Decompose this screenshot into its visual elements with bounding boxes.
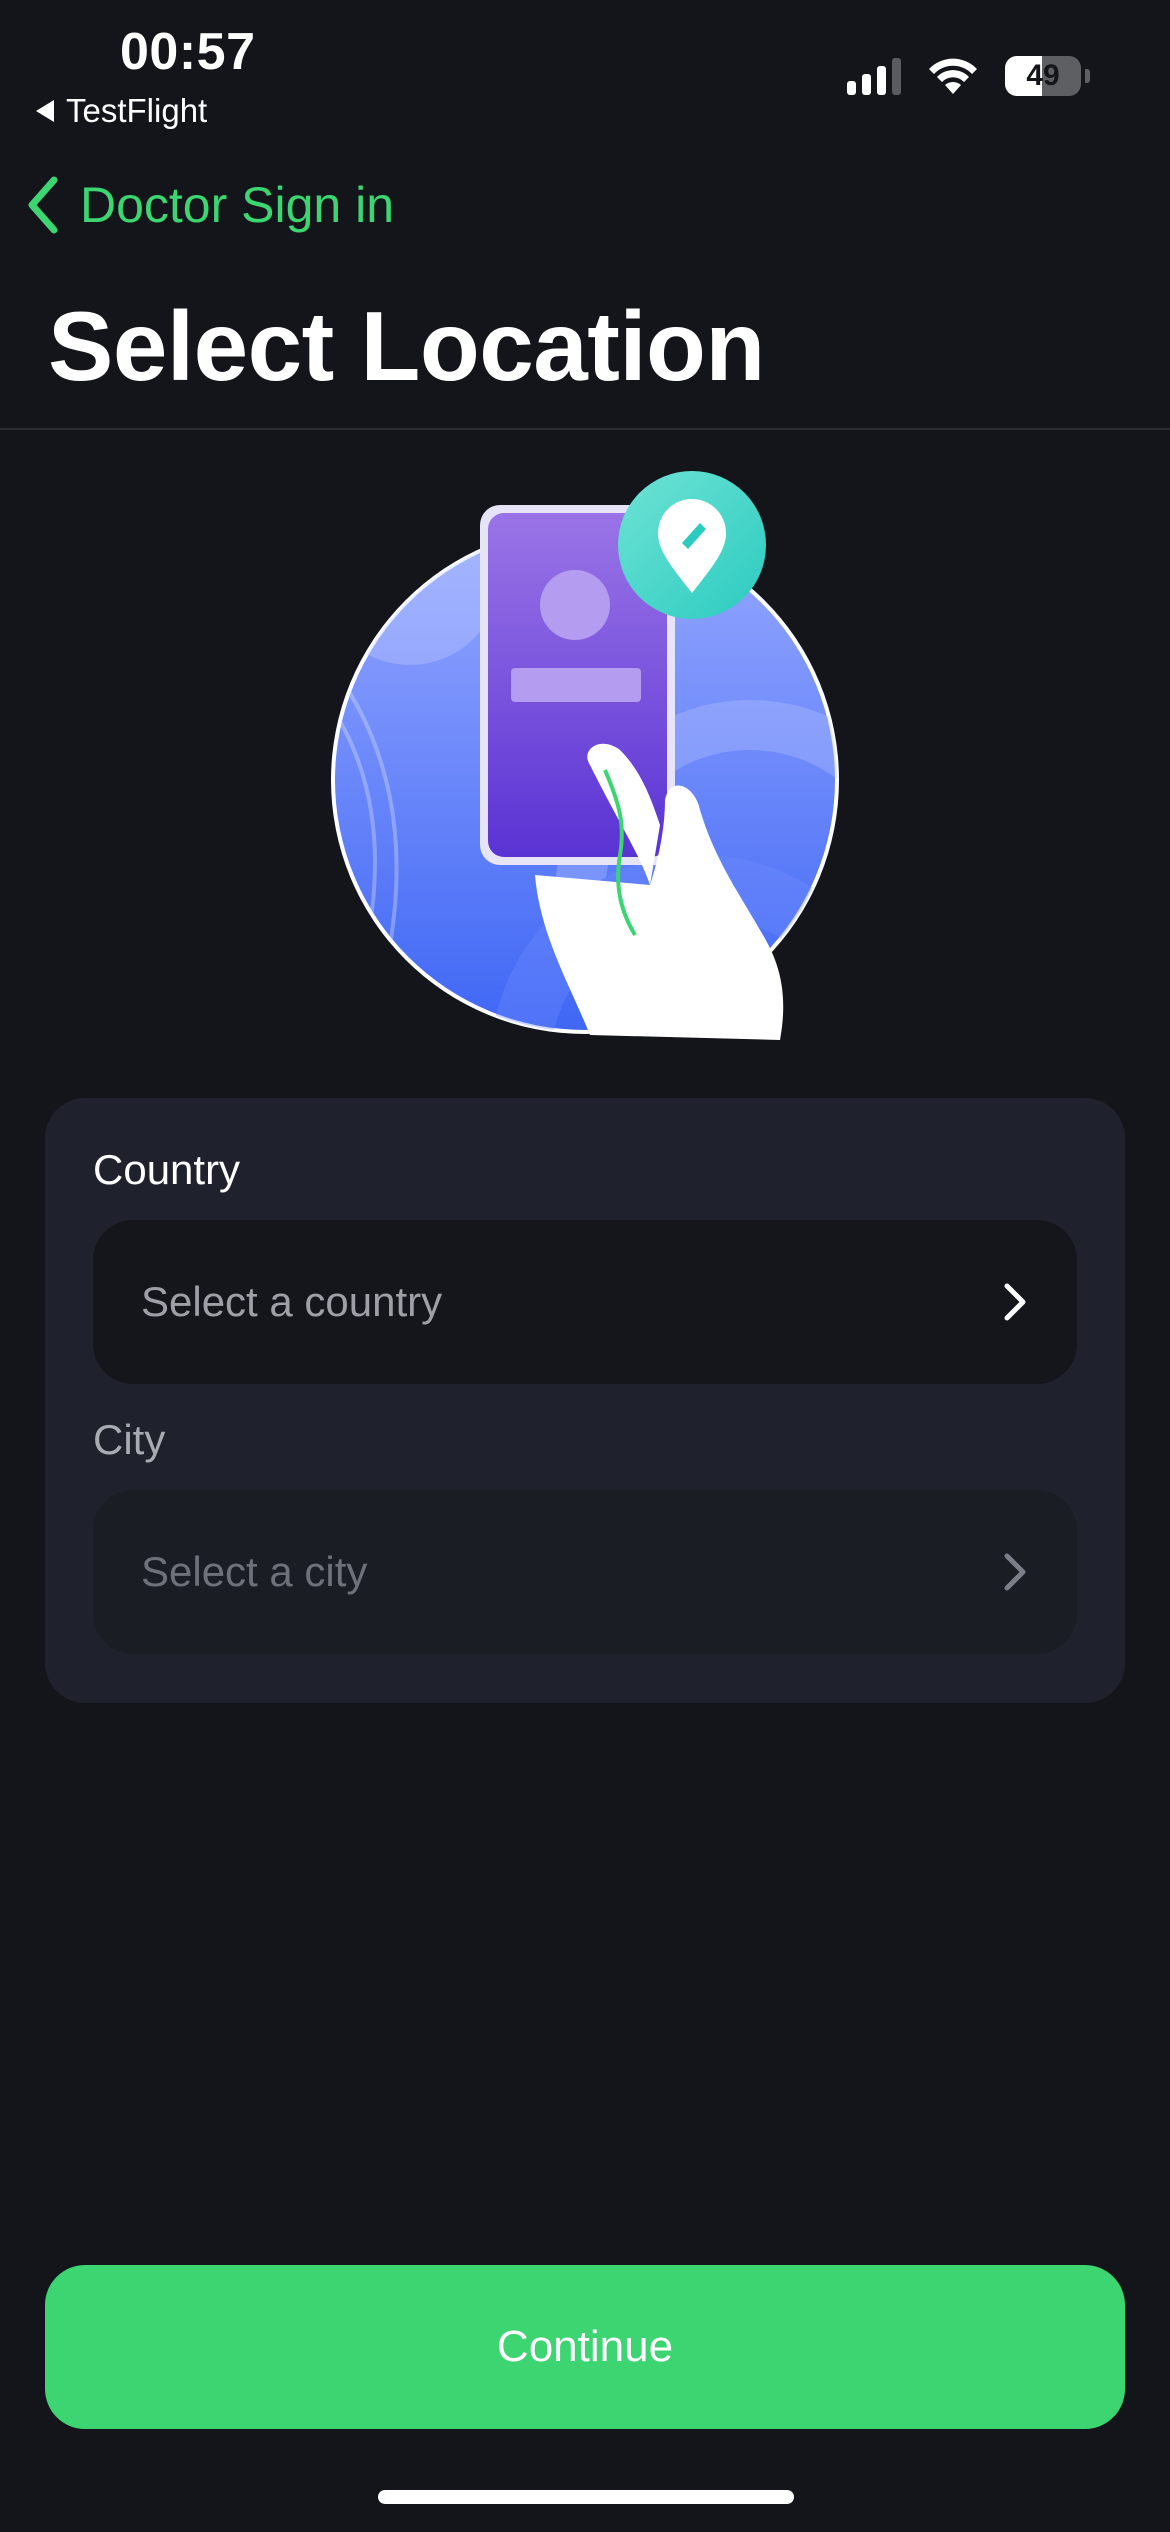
city-select-placeholder: Select a city — [141, 1548, 368, 1595]
location-form-card: Country Select a country City Select a c… — [45, 1098, 1125, 1703]
chevron-right-icon — [1004, 1553, 1026, 1591]
wifi-icon — [929, 58, 977, 94]
header-divider — [0, 428, 1170, 430]
status-back-to-app[interactable]: TestFlight — [36, 92, 207, 130]
status-icons: 49 — [847, 56, 1090, 96]
chevron-left-icon — [28, 176, 58, 234]
country-label: Country — [93, 1146, 241, 1193]
location-pin-icon — [618, 471, 766, 619]
battery-level: 49 — [1026, 59, 1060, 92]
country-select[interactable]: Select a country — [93, 1220, 1077, 1384]
page-title: Select Location — [48, 291, 765, 401]
status-back-app-label: TestFlight — [66, 92, 208, 129]
cellular-signal-icon — [847, 57, 901, 95]
back-button-label: Doctor Sign in — [80, 177, 395, 233]
back-triangle-icon — [36, 100, 54, 122]
city-label: City — [93, 1416, 166, 1463]
continue-button[interactable]: Continue — [45, 2265, 1125, 2429]
chevron-right-icon — [1004, 1283, 1026, 1321]
location-illustration — [331, 471, 839, 1040]
back-button[interactable]: Doctor Sign in — [26, 176, 394, 234]
battery-icon: 49 — [1005, 56, 1081, 96]
city-select[interactable]: Select a city — [93, 1490, 1077, 1654]
status-time: 00:57 — [120, 23, 256, 81]
home-indicator[interactable] — [378, 2490, 794, 2504]
battery-tip — [1085, 69, 1090, 83]
country-select-placeholder: Select a country — [141, 1278, 443, 1325]
